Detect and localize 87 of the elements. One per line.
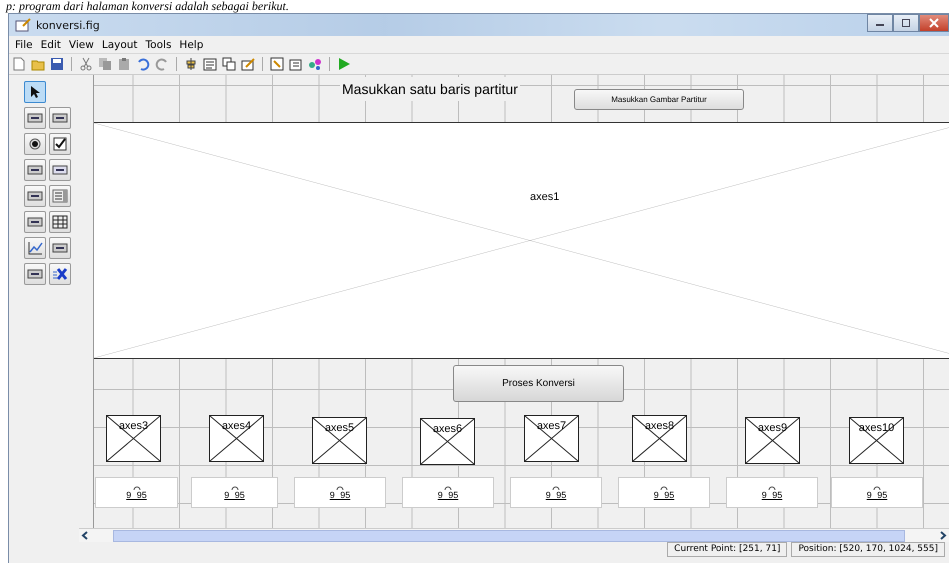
tool-icon bbox=[27, 241, 43, 255]
maximize-button[interactable] bbox=[893, 14, 919, 32]
tool-icon bbox=[27, 163, 43, 177]
menu-item[interactable]: Help bbox=[175, 38, 208, 50]
palette-tool[interactable] bbox=[49, 159, 71, 181]
axes-label: axes5 bbox=[324, 421, 356, 434]
palette-tool[interactable] bbox=[24, 81, 46, 103]
position-readout: Position: [520, 170, 1024, 555] bbox=[791, 542, 945, 557]
slur-icon bbox=[336, 485, 344, 490]
tool-icon bbox=[27, 137, 43, 151]
tool-icon bbox=[27, 267, 43, 281]
axes-label: axes7 bbox=[536, 419, 568, 432]
palette-tool[interactable] bbox=[24, 211, 46, 233]
palette-tool[interactable] bbox=[49, 107, 71, 129]
minimize-button[interactable] bbox=[867, 14, 893, 32]
note-text: 9 95 bbox=[224, 490, 245, 500]
palette-tool[interactable] bbox=[24, 107, 46, 129]
tool-icon bbox=[52, 241, 68, 255]
palette-tool[interactable] bbox=[49, 185, 71, 207]
palette-tool[interactable] bbox=[24, 237, 46, 259]
palette-tool[interactable] bbox=[49, 211, 71, 233]
close-icon bbox=[929, 18, 939, 28]
axes-label: axes6 bbox=[432, 422, 464, 435]
menu-item[interactable]: Layout bbox=[98, 38, 142, 50]
push-button[interactable]: Masukkan Gambar Partitur bbox=[574, 89, 744, 110]
inspector-icon[interactable] bbox=[270, 57, 284, 71]
tool-icon bbox=[52, 215, 68, 229]
axes-label: axes4 bbox=[220, 419, 252, 432]
tool-icon bbox=[52, 137, 68, 151]
new-file-icon[interactable] bbox=[12, 57, 26, 71]
slur-icon bbox=[132, 485, 140, 490]
run-icon[interactable] bbox=[337, 57, 351, 71]
note-text: 9 95 bbox=[330, 490, 350, 500]
caption-text: p: program dari halaman konversi adalah sebagai berikut. bbox=[4, 0, 290, 13]
save-icon[interactable] bbox=[50, 57, 64, 71]
note-text: 9 95 bbox=[762, 490, 782, 500]
palette-tool[interactable] bbox=[49, 263, 71, 285]
slur-icon bbox=[873, 485, 881, 490]
align-icon[interactable] bbox=[184, 57, 198, 71]
note-text: 9 95 bbox=[654, 490, 674, 500]
slur-icon bbox=[660, 485, 668, 490]
editor-icon[interactable] bbox=[241, 57, 255, 71]
tool-icon bbox=[52, 189, 68, 203]
browser-icon[interactable] bbox=[289, 57, 303, 71]
paste-icon[interactable] bbox=[117, 57, 131, 71]
tool-icon bbox=[27, 189, 43, 203]
note-text: 9 95 bbox=[866, 490, 888, 500]
undo-icon[interactable] bbox=[136, 57, 150, 71]
slur-icon bbox=[230, 485, 238, 490]
cut-icon[interactable] bbox=[79, 57, 93, 71]
scroll-thumb[interactable] bbox=[113, 530, 905, 542]
axes-label: axes8 bbox=[644, 419, 676, 432]
tool-icon bbox=[27, 215, 43, 229]
static-text: Masukkan satu baris partitur bbox=[340, 77, 520, 101]
axes-label: axes1 bbox=[530, 191, 560, 203]
figure-icon bbox=[15, 18, 31, 32]
tool-icon bbox=[52, 267, 68, 281]
tab-order-icon[interactable] bbox=[222, 57, 236, 71]
horizontal-scrollbar[interactable] bbox=[79, 528, 949, 542]
palette-tool[interactable] bbox=[49, 133, 71, 155]
slur-icon bbox=[444, 485, 452, 490]
push-button[interactable]: Proses Konversi bbox=[453, 365, 624, 402]
tool-icon bbox=[27, 111, 43, 125]
close-button[interactable] bbox=[919, 14, 949, 32]
palette-tool[interactable] bbox=[24, 133, 46, 155]
palette-tool[interactable] bbox=[49, 237, 71, 259]
object-browser-icon[interactable] bbox=[308, 57, 322, 71]
menu-item[interactable]: View bbox=[64, 38, 98, 50]
palette-tool[interactable] bbox=[24, 263, 46, 285]
palette-tool[interactable] bbox=[24, 185, 46, 207]
menu-item[interactable]: Tools bbox=[142, 38, 176, 50]
menu-editor-icon[interactable] bbox=[203, 57, 217, 71]
tool-icon bbox=[52, 111, 68, 125]
tool-icon bbox=[52, 163, 68, 177]
note-text: 9 95 bbox=[438, 490, 458, 500]
axes-label: axes9 bbox=[756, 421, 788, 434]
slur-icon bbox=[768, 485, 776, 490]
axes-label: axes3 bbox=[118, 419, 150, 432]
note-text: 9 95 bbox=[546, 490, 566, 500]
menu-item[interactable]: File bbox=[11, 38, 37, 50]
palette-tool[interactable] bbox=[24, 159, 46, 181]
note-text: 9 95 bbox=[126, 490, 147, 500]
menu-item[interactable]: Edit bbox=[36, 38, 65, 50]
maximize-icon bbox=[901, 19, 911, 27]
slur-icon bbox=[552, 485, 560, 490]
window-title: konversi.fig bbox=[36, 18, 100, 32]
current-point-readout: Current Point: [251, 71] bbox=[667, 542, 788, 557]
